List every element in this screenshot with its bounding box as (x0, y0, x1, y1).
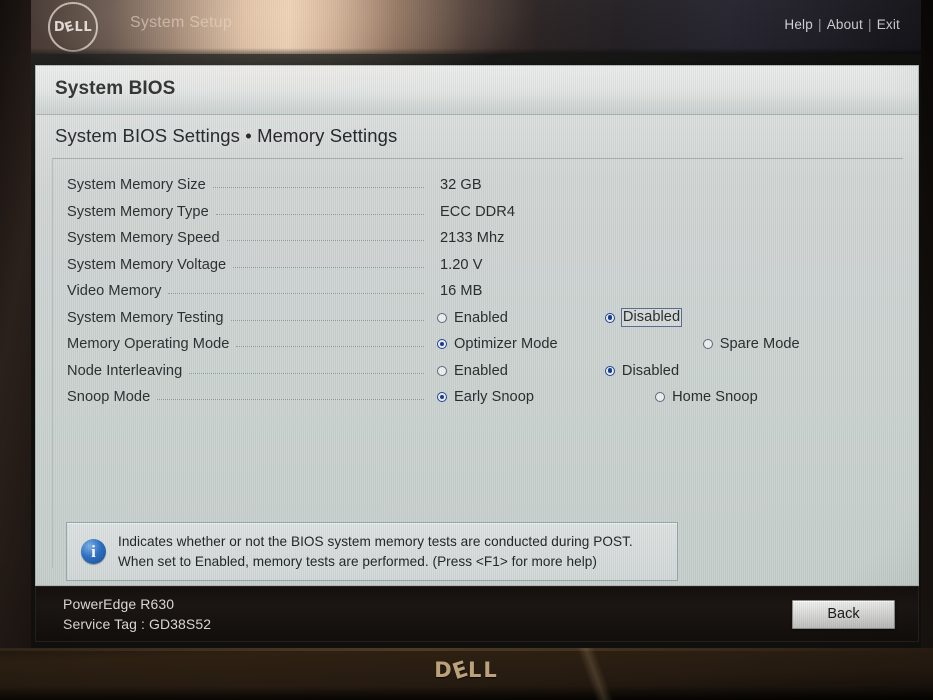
setting-row: System Memory Speed 2133 Mhz (67, 225, 897, 252)
setting-row: Node Interleaving Enabled Disabled (67, 358, 897, 385)
setting-value: 1.20 V (440, 256, 483, 273)
breadcrumb: System BIOS Settings • Memory Settings (55, 125, 398, 146)
radio-icon-empty[interactable] (437, 312, 447, 323)
radio-group: Early Snoop Home Snoop (437, 389, 759, 405)
setting-row: Snoop Mode Early Snoop Home Snoop (67, 384, 897, 411)
setting-value: 2133 Mhz (440, 230, 505, 247)
radio-option-label: Spare Mode (719, 336, 800, 353)
setting-row: Memory Operating Mode Optimizer Mode Spare… (67, 331, 897, 358)
help-line-1: Indicates whether or not the BIOS system… (118, 533, 633, 549)
setting-label: Node Interleaving (67, 362, 183, 379)
radio-option-label: Enabled (454, 362, 508, 379)
leader-dots (212, 186, 424, 189)
radio-option[interactable]: Disabled (604, 308, 683, 328)
about-link[interactable]: About (827, 17, 863, 32)
leader-dots (230, 319, 425, 321)
dell-logo-icon: DELL (48, 2, 98, 52)
leader-dots (226, 239, 424, 242)
monitor-bezel-left (0, 0, 31, 657)
radio-option-label: Optimizer Mode (454, 336, 558, 353)
system-bios-panel: System BIOS System BIOS Settings • Memor… (35, 65, 919, 586)
bios-screen: DELL System Setup Help | About | Exit System… (31, 0, 921, 650)
leader-dots (157, 398, 424, 401)
exit-link[interactable]: Exit (877, 17, 900, 32)
leader-dots (233, 266, 425, 268)
radio-icon-empty[interactable] (655, 392, 666, 403)
help-info-box: i Indicates whether or not the BIOS syst… (66, 522, 678, 581)
nav-separator-2: | (867, 17, 872, 32)
setting-label: System Memory Size (67, 177, 206, 194)
radio-icon-selected[interactable] (437, 392, 447, 403)
setting-label: Video Memory (67, 283, 162, 300)
radio-group: Enabled Disabled (437, 308, 683, 328)
monitor-bezel-right (921, 0, 933, 657)
setting-label: Snoop Mode (67, 389, 151, 406)
app-title: System Setup (130, 14, 233, 31)
setting-row: Video Memory 16 MB (67, 278, 897, 305)
radio-option[interactable]: Optimizer Mode (437, 336, 559, 352)
radio-option-label: Home Snoop (672, 389, 758, 406)
radio-option[interactable]: Disabled (604, 362, 680, 379)
radio-option-label: Disabled (620, 308, 683, 328)
system-setup-topbar: DELL System Setup Help | About | Exit (31, 0, 921, 54)
settings-list: System Memory Size 32 GB System Memory Typ… (67, 172, 897, 411)
radio-group: Enabled Disabled (437, 363, 680, 379)
radio-icon-selected[interactable] (604, 312, 615, 323)
radio-icon-selected[interactable] (437, 339, 447, 350)
setting-value: 16 MB (440, 283, 483, 300)
radio-option[interactable]: Enabled (437, 310, 509, 326)
leader-dots (168, 292, 424, 295)
nav-separator-1: | (817, 17, 822, 32)
monitor-photo: DELL System Setup Help | About | Exit System… (0, 0, 933, 700)
setting-value: 32 GB (440, 177, 482, 194)
radio-option-label: Enabled (454, 309, 508, 326)
top-navigation: Help | About | Exit (784, 17, 900, 32)
radio-option[interactable]: Spare Mode (702, 336, 801, 353)
back-button[interactable]: Back (792, 600, 895, 629)
setting-row: System Memory Voltage 1.20 V (67, 252, 897, 279)
leader-dots (215, 213, 424, 215)
help-line-2: When set to Enabled, memory tests are pe… (118, 553, 597, 569)
info-icon: i (81, 539, 106, 564)
monitor-bezel-bottom: DELL (0, 648, 933, 700)
setting-label: System Memory Voltage (67, 256, 227, 273)
setting-label: System Memory Speed (67, 230, 220, 247)
leader-dots (189, 372, 424, 374)
radio-group: Optimizer Mode Spare Mode (437, 336, 801, 352)
setting-row: System Memory Type ECC DDR4 (67, 199, 897, 226)
dell-logo-text: DELL (53, 18, 93, 36)
radio-option-label: Early Snoop (454, 389, 535, 406)
help-link[interactable]: Help (784, 17, 813, 32)
radio-icon-empty[interactable] (702, 339, 713, 350)
radio-option-label: Disabled (621, 362, 680, 379)
dell-bezel-wordmark: DELL (434, 655, 499, 685)
panel-titlebar: System BIOS (36, 66, 918, 115)
radio-option[interactable]: Early Snoop (437, 389, 535, 405)
radio-option[interactable]: Enabled (437, 363, 509, 379)
footer-bar: PowerEdge R630 Service Tag : GD38S52 Bac… (35, 586, 919, 642)
setting-label: Memory Operating Mode (67, 336, 230, 353)
page-title: System BIOS (55, 78, 176, 99)
system-model: PowerEdge R630 (63, 596, 175, 612)
setting-label: System Memory Testing (67, 309, 224, 326)
radio-option[interactable]: Home Snoop (655, 389, 759, 405)
setting-row: System Memory Testing Enabled Disabled (67, 305, 897, 332)
setting-label: System Memory Type (67, 203, 209, 220)
service-tag: Service Tag : GD38S52 (63, 616, 212, 632)
radio-icon-empty[interactable] (437, 365, 447, 376)
setting-value: ECC DDR4 (440, 203, 516, 220)
leader-dots (236, 345, 425, 348)
help-text: Indicates whether or not the BIOS system… (118, 532, 633, 572)
radio-icon-selected[interactable] (604, 365, 615, 376)
setting-row: System Memory Size 32 GB (67, 172, 897, 199)
